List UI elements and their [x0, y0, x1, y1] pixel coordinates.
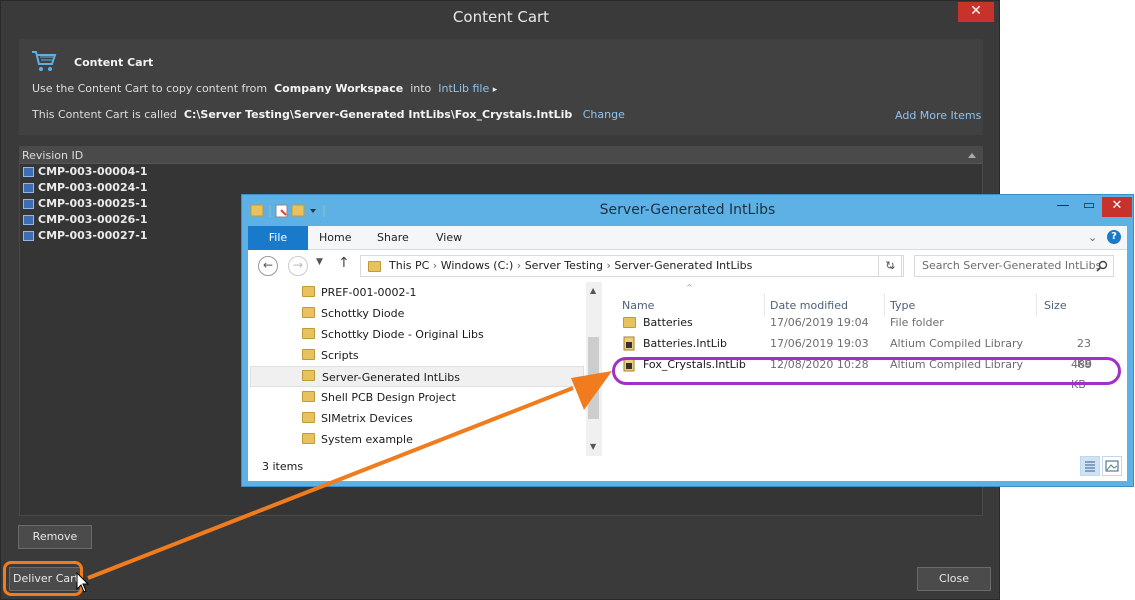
delivery-arrow [87, 371, 612, 580]
arrow-shaft [87, 386, 574, 580]
arrow-head [571, 371, 612, 410]
